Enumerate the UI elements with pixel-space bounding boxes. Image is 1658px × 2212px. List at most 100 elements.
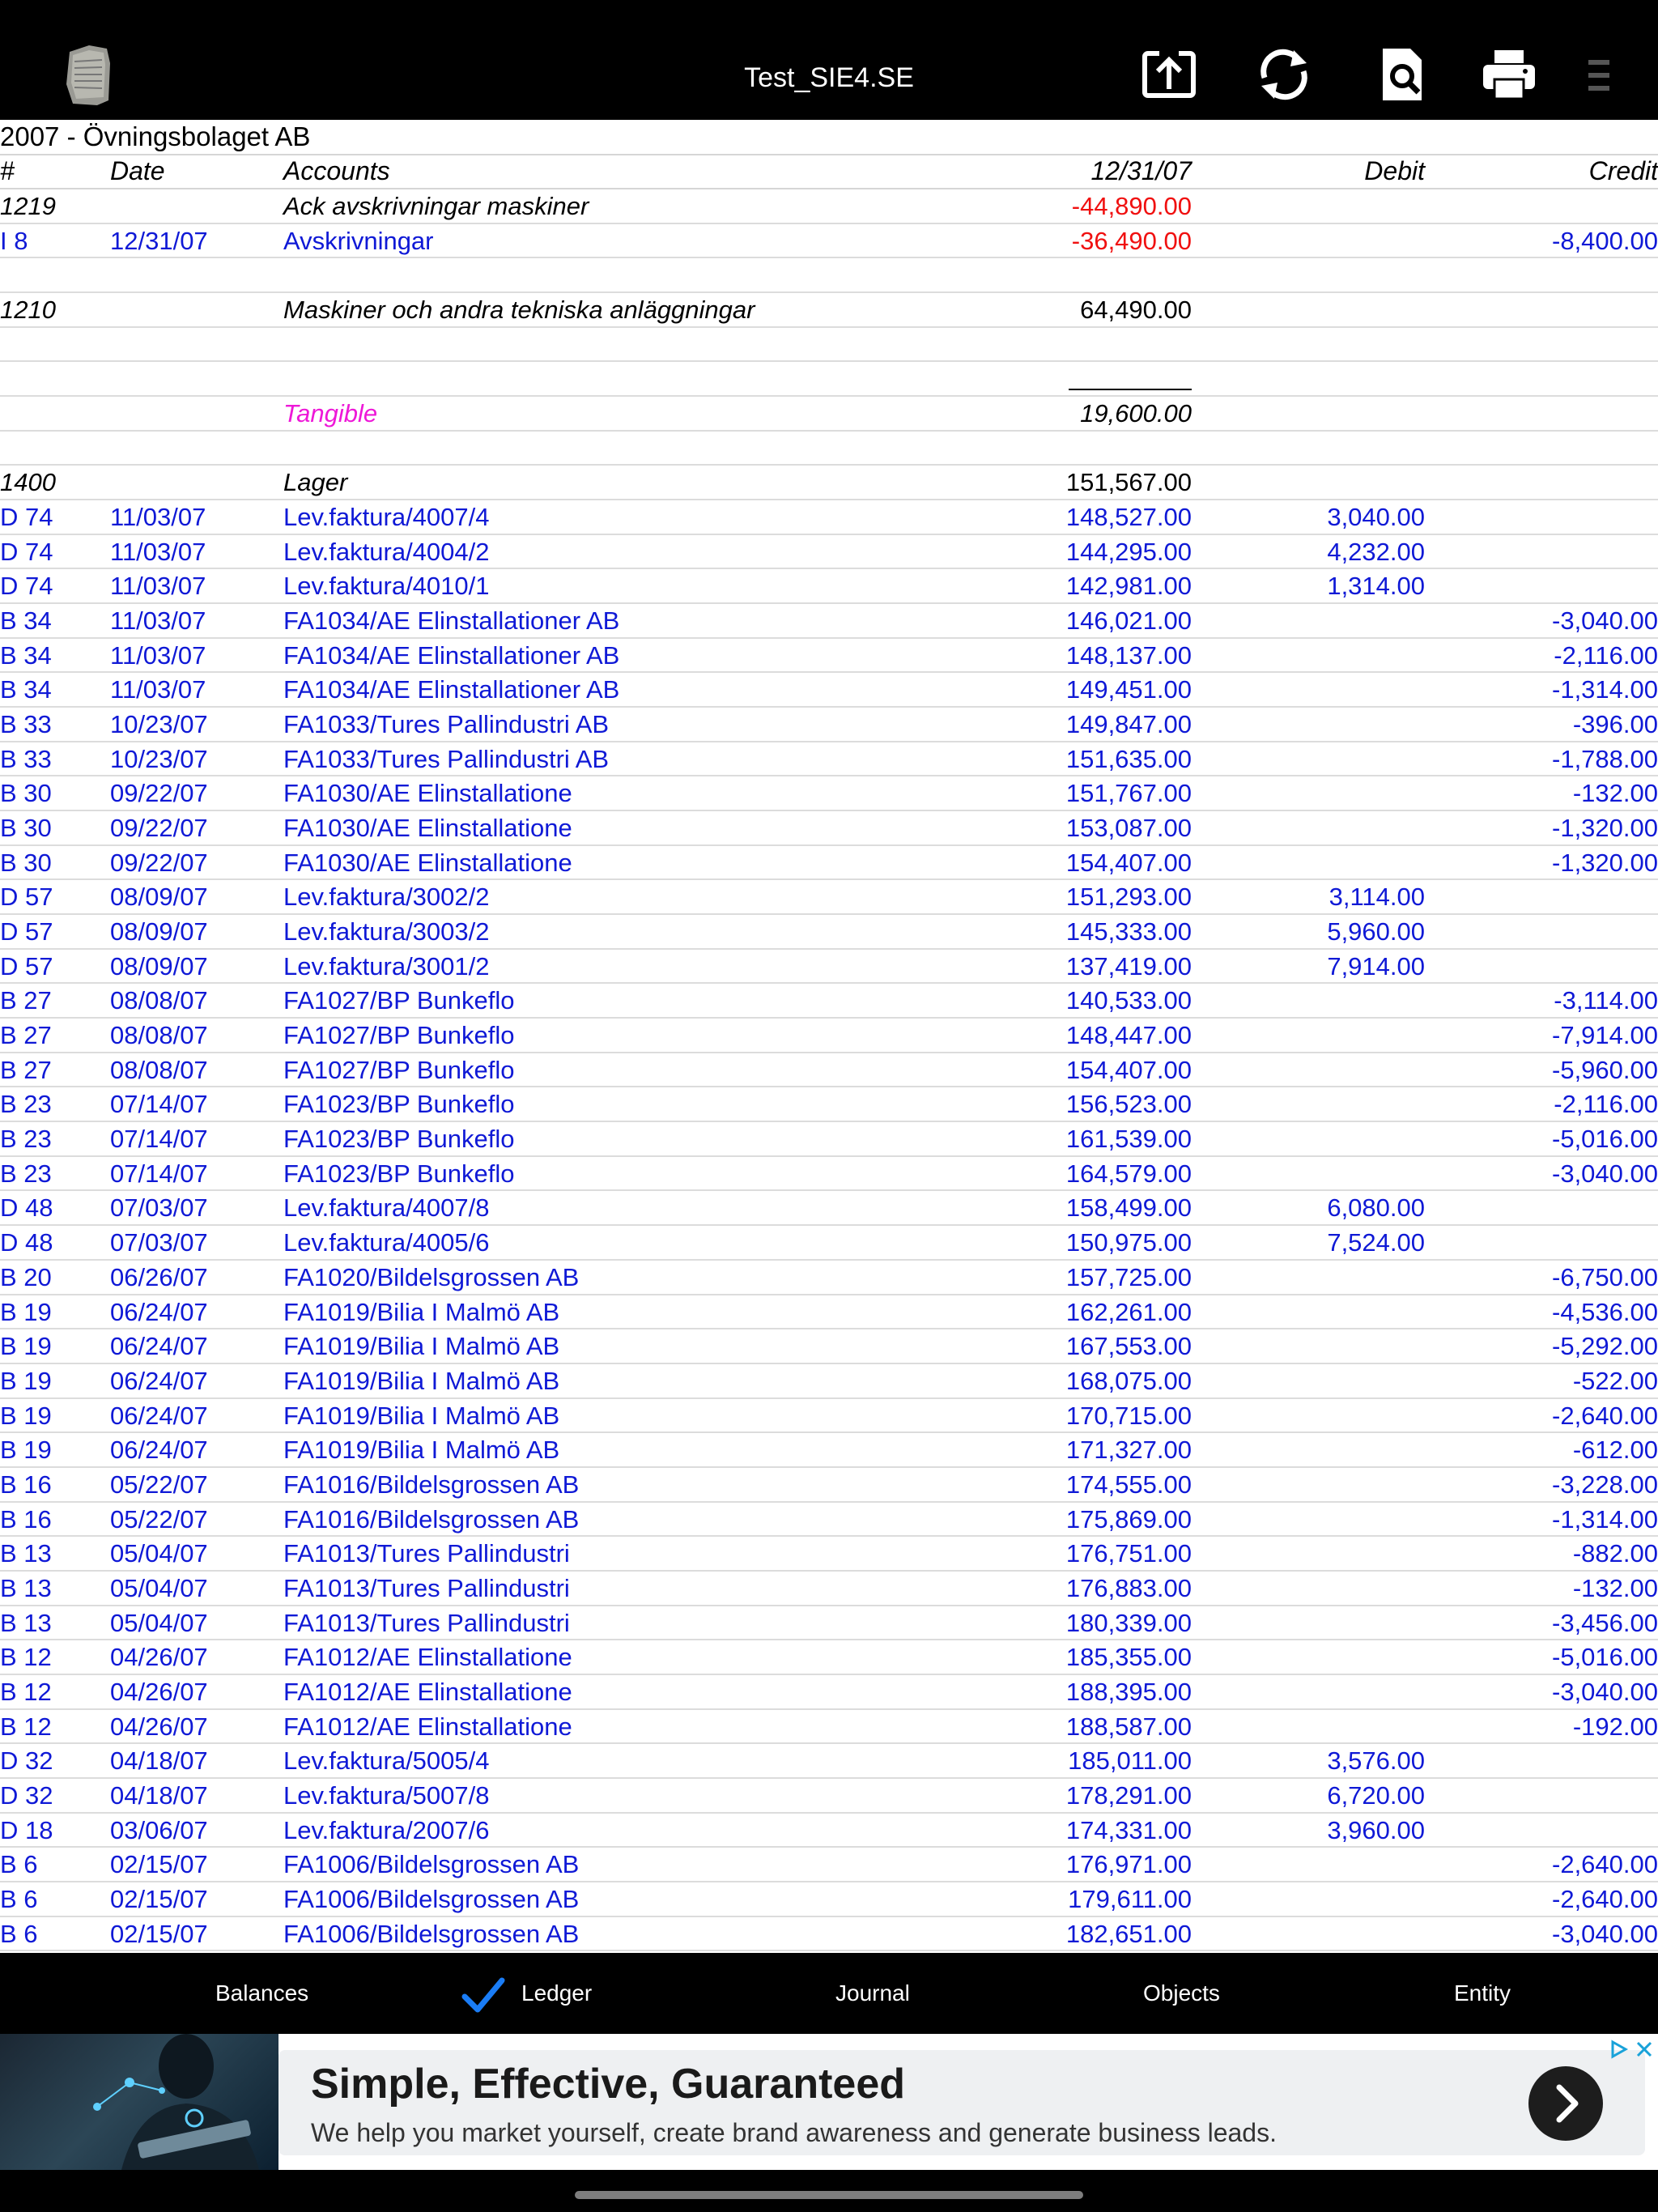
- ledger-entry-row[interactable]: B 23 07/14/07 FA1023/BP Bunkeflo 161,539.00…: [0, 1122, 1658, 1157]
- entry-date: 03/06/07: [110, 1815, 208, 1844]
- ledger-entry-row[interactable]: B 19 06/24/07 FA1019/Bilia I Malmö AB 162,2…: [0, 1295, 1658, 1330]
- column-date[interactable]: Date: [110, 154, 165, 188]
- tab-balances[interactable]: Balances: [215, 1953, 308, 2034]
- entry-balance: 19,600.00: [1080, 399, 1192, 428]
- ledger-entry-row[interactable]: B 12 04/26/07 FA1012/AE Elinstallatione 188…: [0, 1710, 1658, 1745]
- ledger-entry-row[interactable]: B 27 08/08/07 FA1027/BP Bunkeflo 140,533.00…: [0, 984, 1658, 1019]
- ledger-entry-row[interactable]: D 57 08/09/07 Lev.faktura/3002/2 151,293.00…: [0, 880, 1658, 916]
- entry-number: B 34: [0, 675, 52, 704]
- ledger-entry-row[interactable]: D 18 03/06/07 Lev.faktura/2007/6 174,331.00…: [0, 1814, 1658, 1848]
- home-indicator[interactable]: [575, 2191, 1083, 2199]
- column-balance[interactable]: 12/31/07: [1090, 154, 1192, 188]
- entry-credit: -2,640.00: [1552, 1401, 1658, 1430]
- ledger-entry-row[interactable]: D 57 08/09/07 Lev.faktura/3001/2 137,419.00…: [0, 950, 1658, 985]
- close-icon[interactable]: [1634, 2039, 1655, 2060]
- print-icon[interactable]: [1478, 44, 1540, 105]
- more-icon[interactable]: [1584, 44, 1616, 105]
- entry-credit: -4,536.00: [1552, 1297, 1658, 1326]
- entry-account: Tangible: [283, 399, 378, 428]
- ledger-entry-row[interactable]: B 23 07/14/07 FA1023/BP Bunkeflo 156,523.00…: [0, 1087, 1658, 1123]
- ledger-entry-row[interactable]: B 19 06/24/07 FA1019/Bilia I Malmö AB 171,3…: [0, 1433, 1658, 1468]
- account-header-row[interactable]: 1219 Ack avskrivningar maskiner -44,890.00: [0, 189, 1658, 224]
- ledger-entry-row[interactable]: B 13 05/04/07 FA1013/Tures Pallindustri 176…: [0, 1537, 1658, 1572]
- ledger-entry-row[interactable]: B 30 09/22/07 FA1030/AE Elinstallatione 154…: [0, 846, 1658, 881]
- ledger-entry-row[interactable]: D 32 04/18/07 Lev.faktura/5007/8 178,291.00…: [0, 1779, 1658, 1814]
- ad-content[interactable]: Simple, Effective, Guaranteed We help yo…: [278, 2050, 1645, 2155]
- ledger-entry-row[interactable]: I 8 12/31/07 Avskrivningar -36,490.00 -8,400…: [0, 224, 1658, 259]
- account-header-row[interactable]: 1210 Maskiner och andra tekniska anläggni…: [0, 293, 1658, 328]
- entry-account: FA1013/Tures Pallindustri: [283, 1573, 570, 1602]
- ledger-entry-row[interactable]: B 34 11/03/07 FA1034/AE Elinstallationer A…: [0, 639, 1658, 674]
- ledger-entry-row[interactable]: D 74 11/03/07 Lev.faktura/4010/1 142,981.00…: [0, 569, 1658, 605]
- ledger-entry-row[interactable]: D 48 07/03/07 Lev.faktura/4005/6 150,975.00…: [0, 1226, 1658, 1261]
- ledger-entry-row[interactable]: D 48 07/03/07 Lev.faktura/4007/8 158,499.00…: [0, 1191, 1658, 1227]
- ledger-entry-row[interactable]: B 12 04/26/07 FA1012/AE Elinstallatione 188…: [0, 1675, 1658, 1710]
- tab-objects[interactable]: Objects: [1143, 1953, 1220, 2034]
- entry-date: 06/24/07: [110, 1366, 208, 1395]
- column-number[interactable]: #: [0, 154, 15, 188]
- ledger-entry-row[interactable]: D 74 11/03/07 Lev.faktura/4004/2 144,295.00…: [0, 535, 1658, 570]
- tab-entity[interactable]: Entity: [1454, 1953, 1511, 2034]
- ledger-entry-row[interactable]: B 12 04/26/07 FA1012/AE Elinstallatione 185…: [0, 1640, 1658, 1675]
- ledger-entry-row[interactable]: B 16 05/22/07 FA1016/Bildelsgrossen AB 174,…: [0, 1468, 1658, 1503]
- tab-ledger[interactable]: Ledger: [521, 1953, 592, 2034]
- search-document-icon[interactable]: [1371, 44, 1433, 105]
- entry-credit: -3,040.00: [1552, 1159, 1658, 1188]
- ledger-entry-row[interactable]: B 19 06/24/07 FA1019/Bilia I Malmö AB 168,0…: [0, 1364, 1658, 1399]
- ledger-entry-row[interactable]: B 6 02/15/07 FA1006/Bildelsgrossen AB 179,6…: [0, 1882, 1658, 1917]
- ledger-entry-row[interactable]: B 16 05/22/07 FA1016/Bildelsgrossen AB 175,…: [0, 1503, 1658, 1538]
- ledger-entry-row[interactable]: B 30 09/22/07 FA1030/AE Elinstallatione 153…: [0, 811, 1658, 846]
- ledger-entry-row[interactable]: D 32 04/18/07 Lev.faktura/5005/4 185,011.00…: [0, 1744, 1658, 1779]
- ledger-entry-row[interactable]: B 33 10/23/07 FA1033/Tures Pallindustri AB…: [0, 708, 1658, 742]
- entry-number: B 12: [0, 1643, 52, 1672]
- ad-banner[interactable]: Simple, Effective, Guaranteed We help yo…: [0, 2034, 1658, 2170]
- ledger-entry-row[interactable]: B 19 06/24/07 FA1019/Bilia I Malmö AB 167,5…: [0, 1329, 1658, 1364]
- entry-date: 06/24/07: [110, 1297, 208, 1326]
- entry-balance: 176,751.00: [1065, 1539, 1192, 1568]
- entry-debit: 3,040.00: [1327, 503, 1425, 532]
- entry-account: FA1027/BP Bunkeflo: [283, 986, 515, 1015]
- entry-account: FA1006/Bildelsgrossen AB: [283, 1919, 580, 1948]
- entry-balance: 178,291.00: [1065, 1780, 1192, 1810]
- entry-number: B 13: [0, 1539, 52, 1568]
- ledger-entry-row[interactable]: D 74 11/03/07 Lev.faktura/4007/4 148,527.00…: [0, 500, 1658, 535]
- entry-number: B 19: [0, 1401, 52, 1430]
- column-credit[interactable]: Credit: [1589, 154, 1658, 188]
- ad-body[interactable]: We help you market yourself, create bran…: [311, 2118, 1277, 2148]
- account-header-row[interactable]: 1400 Lager 151,567.00: [0, 466, 1658, 501]
- ledger-entry-row[interactable]: B 19 06/24/07 FA1019/Bilia I Malmö AB 170,7…: [0, 1399, 1658, 1434]
- ledger-entry-row[interactable]: B 33 10/23/07 FA1033/Tures Pallindustri AB…: [0, 742, 1658, 777]
- ledger-entry-row[interactable]: B 27 08/08/07 FA1027/BP Bunkeflo 154,407.00…: [0, 1053, 1658, 1088]
- ad-info-icon[interactable]: [1608, 2039, 1629, 2060]
- ledger-entry-row[interactable]: B 34 11/03/07 FA1034/AE Elinstallationer A…: [0, 673, 1658, 708]
- column-debit[interactable]: Debit: [1364, 154, 1425, 188]
- ledger-entry-row[interactable]: B 20 06/26/07 FA1020/Bildelsgrossen AB 157,…: [0, 1261, 1658, 1295]
- ledger-entry-row[interactable]: B 30 09/22/07 FA1030/AE Elinstallatione 151…: [0, 776, 1658, 812]
- ledger-entry-row[interactable]: B 13 05/04/07 FA1013/Tures Pallindustri 176…: [0, 1572, 1658, 1606]
- entry-credit: -192.00: [1572, 1712, 1658, 1741]
- sync-icon[interactable]: [1253, 44, 1315, 105]
- chevron-right-icon[interactable]: [1528, 2066, 1603, 2141]
- entry-balance: 182,651.00: [1065, 1919, 1192, 1948]
- entry-balance: -44,890.00: [1071, 192, 1192, 220]
- entry-account: FA1019/Bilia I Malmö AB: [283, 1332, 560, 1361]
- ad-image[interactable]: [0, 2034, 278, 2170]
- ledger-entry-row[interactable]: B 13 05/04/07 FA1013/Tures Pallindustri 180…: [0, 1606, 1658, 1641]
- ledger-table[interactable]: 2007 - Övningsbolaget AB # Date Accounts…: [0, 120, 1658, 1953]
- ad-title[interactable]: Simple, Effective, Guaranteed: [311, 2060, 905, 2108]
- ledger-entry-row[interactable]: B 27 08/08/07 FA1027/BP Bunkeflo 148,447.00…: [0, 1019, 1658, 1053]
- ledger-entry-row[interactable]: D 57 08/09/07 Lev.faktura/3003/2 145,333.00…: [0, 915, 1658, 950]
- company-name: 2007 - Övningsbolaget AB: [0, 121, 311, 151]
- ledger-entry-row[interactable]: B 34 11/03/07 FA1034/AE Elinstallationer A…: [0, 604, 1658, 639]
- entry-date: 12/31/07: [110, 226, 208, 255]
- entry-balance: 180,339.00: [1065, 1608, 1192, 1637]
- column-accounts[interactable]: Accounts: [283, 154, 390, 188]
- ledger-entry-row[interactable]: B 6 02/15/07 FA1006/Bildelsgrossen AB 182,6…: [0, 1917, 1658, 1952]
- export-icon[interactable]: [1138, 44, 1200, 105]
- entry-balance: 142,981.00: [1065, 572, 1192, 601]
- tab-journal[interactable]: Journal: [835, 1953, 910, 2034]
- ledger-entry-row[interactable]: B 6 02/15/07 FA1006/Bildelsgrossen AB 176,9…: [0, 1848, 1658, 1882]
- ledger-entry-row[interactable]: B 23 07/14/07 FA1023/BP Bunkeflo 164,579.00…: [0, 1157, 1658, 1192]
- entry-date: 09/22/07: [110, 848, 208, 877]
- entry-debit: 3,576.00: [1327, 1746, 1425, 1776]
